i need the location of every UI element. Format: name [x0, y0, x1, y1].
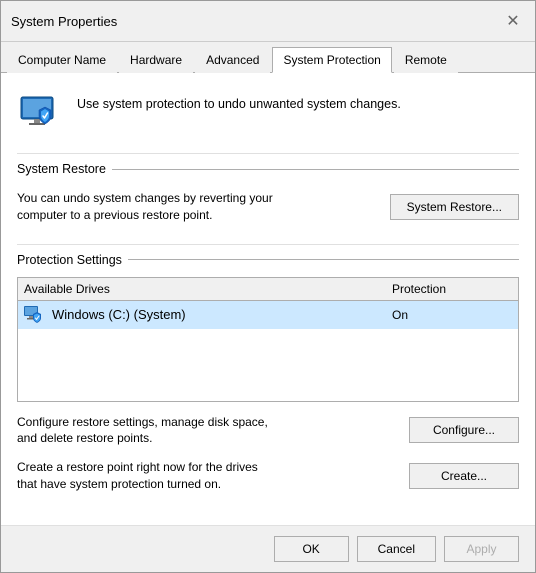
protection-settings-section: Protection Settings Available Drives Pro… — [17, 253, 519, 493]
table-body: Windows (C:) (System) On — [18, 301, 518, 401]
title-bar: System Properties ✕ — [1, 1, 535, 42]
table-row[interactable]: Windows (C:) (System) On — [18, 301, 518, 329]
info-section: Use system protection to undo unwanted s… — [17, 89, 519, 137]
drives-table: Available Drives Protection — [17, 277, 519, 402]
table-header-row: Available Drives Protection — [18, 278, 518, 301]
system-properties-window: System Properties ✕ Computer Name Hardwa… — [0, 0, 536, 573]
configure-actions: Configure restore settings, manage disk … — [17, 414, 519, 448]
protection-settings-title: Protection Settings — [17, 253, 122, 267]
window-title: System Properties — [11, 14, 117, 29]
restore-description: You can undo system changes by reverting… — [17, 190, 277, 224]
configure-description: Configure restore settings, manage disk … — [17, 414, 277, 448]
ok-button[interactable]: OK — [274, 536, 349, 562]
close-button[interactable]: ✕ — [501, 9, 525, 33]
drive-icon — [24, 306, 46, 324]
col-header-protection: Protection — [392, 282, 512, 296]
dialog-footer: OK Cancel Apply — [1, 525, 535, 572]
tab-system-protection[interactable]: System Protection — [272, 47, 391, 73]
content-area: Use system protection to undo unwanted s… — [1, 73, 535, 525]
drive-name: Windows (C:) (System) — [52, 307, 186, 322]
cancel-button[interactable]: Cancel — [357, 536, 436, 562]
create-description: Create a restore point right now for the… — [17, 459, 277, 493]
system-icon — [17, 89, 65, 137]
col-header-drive: Available Drives — [24, 282, 392, 296]
section-divider — [112, 169, 519, 170]
system-restore-title: System Restore — [17, 162, 106, 176]
info-description: Use system protection to undo unwanted s… — [77, 97, 401, 111]
separator-2 — [17, 244, 519, 245]
section-divider-2 — [128, 259, 519, 260]
system-restore-section: System Restore You can undo system chang… — [17, 162, 519, 228]
separator-1 — [17, 153, 519, 154]
system-restore-button[interactable]: System Restore... — [390, 194, 519, 220]
apply-button[interactable]: Apply — [444, 536, 519, 562]
tab-bar: Computer Name Hardware Advanced System P… — [1, 42, 535, 73]
tab-advanced[interactable]: Advanced — [195, 47, 270, 73]
drive-cell: Windows (C:) (System) — [24, 306, 392, 324]
create-button[interactable]: Create... — [409, 463, 519, 489]
system-restore-header: System Restore — [17, 162, 519, 176]
create-actions: Create a restore point right now for the… — [17, 459, 519, 493]
protection-settings-header: Protection Settings — [17, 253, 519, 267]
tab-hardware[interactable]: Hardware — [119, 47, 193, 73]
restore-body: You can undo system changes by reverting… — [17, 186, 519, 228]
tab-remote[interactable]: Remote — [394, 47, 458, 73]
protection-status: On — [392, 308, 512, 322]
tab-computer-name[interactable]: Computer Name — [7, 47, 117, 73]
configure-button[interactable]: Configure... — [409, 417, 519, 443]
